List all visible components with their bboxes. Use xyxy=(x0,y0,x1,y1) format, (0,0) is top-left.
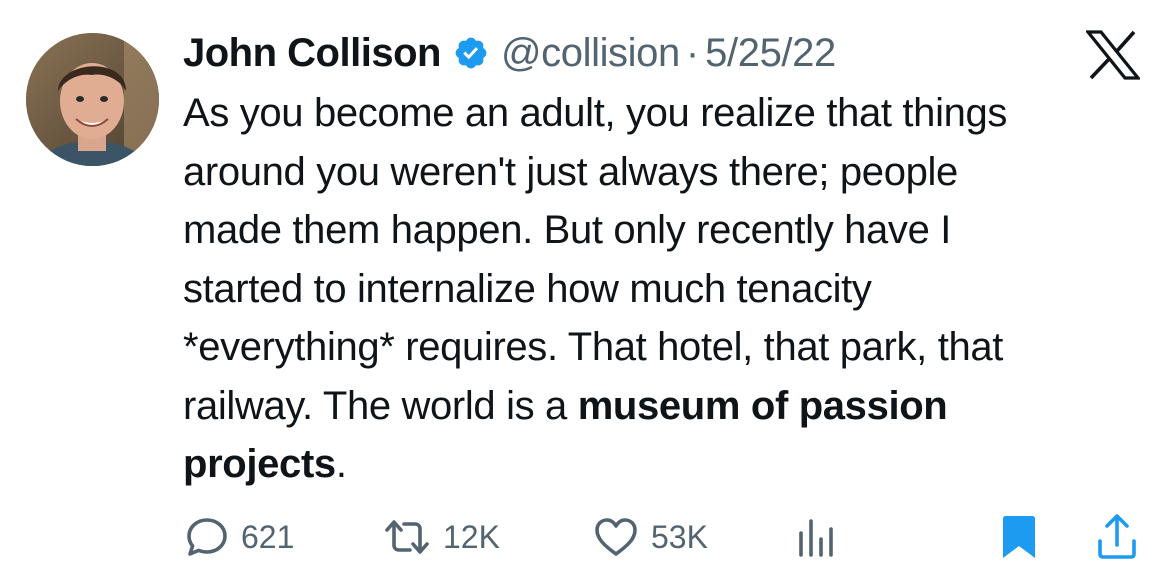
retweet-icon xyxy=(383,515,431,559)
tweet-text-line: started to internalize how much tenacity xyxy=(183,266,872,311)
analytics-icon xyxy=(795,515,839,559)
tweet-text-plain: . xyxy=(335,442,347,486)
reply-button[interactable]: 621 xyxy=(185,510,294,564)
tweet-text-line: railway. The world is a museum of passio… xyxy=(183,377,1158,436)
verified-badge-icon xyxy=(453,35,489,71)
tweet-text-line: around you weren't just always there; pe… xyxy=(183,149,958,194)
retweet-button[interactable]: 12K xyxy=(383,510,500,564)
header-separator: · xyxy=(685,30,700,75)
like-button[interactable]: 53K xyxy=(593,510,708,564)
tweet-date[interactable]: 5/25/22 xyxy=(705,31,836,76)
heart-icon xyxy=(593,515,639,559)
tweet-card: John Collison @collision · 5/25/22 As yo… xyxy=(0,0,1170,587)
reply-count: 621 xyxy=(241,518,295,555)
tweet-header: John Collison @collision · 5/25/22 xyxy=(183,26,836,80)
bookmark-button[interactable] xyxy=(999,510,1039,564)
retweet-count: 12K xyxy=(443,518,500,555)
views-button[interactable] xyxy=(795,510,839,564)
like-count: 53K xyxy=(651,518,708,555)
tweet-actions: 621 12K 53K xyxy=(185,510,1145,564)
share-button[interactable] xyxy=(1095,510,1139,564)
reply-icon xyxy=(185,515,229,559)
x-logo-icon xyxy=(1086,30,1140,80)
bookmark-icon xyxy=(999,513,1039,561)
tweet-text-line: projects. xyxy=(183,435,1158,494)
author-name[interactable]: John Collison xyxy=(183,31,441,76)
author-handle[interactable]: @collision xyxy=(501,31,680,76)
tweet-text-plain: railway. The world is a xyxy=(183,383,578,428)
tweet-text-bold: museum of passion xyxy=(577,383,948,428)
tweet-text-line: *everything* requires. That hotel, that … xyxy=(183,325,1004,369)
author-avatar[interactable] xyxy=(26,33,159,166)
share-icon xyxy=(1095,513,1139,561)
tweet-text-bold: projects xyxy=(183,442,336,486)
tweet-text-line: As you become an adult, you realize that… xyxy=(183,91,1008,135)
tweet-text-line: made them happen. But only recently have… xyxy=(183,208,951,252)
tweet-text: As you become an adult, you realize that… xyxy=(183,84,1158,494)
